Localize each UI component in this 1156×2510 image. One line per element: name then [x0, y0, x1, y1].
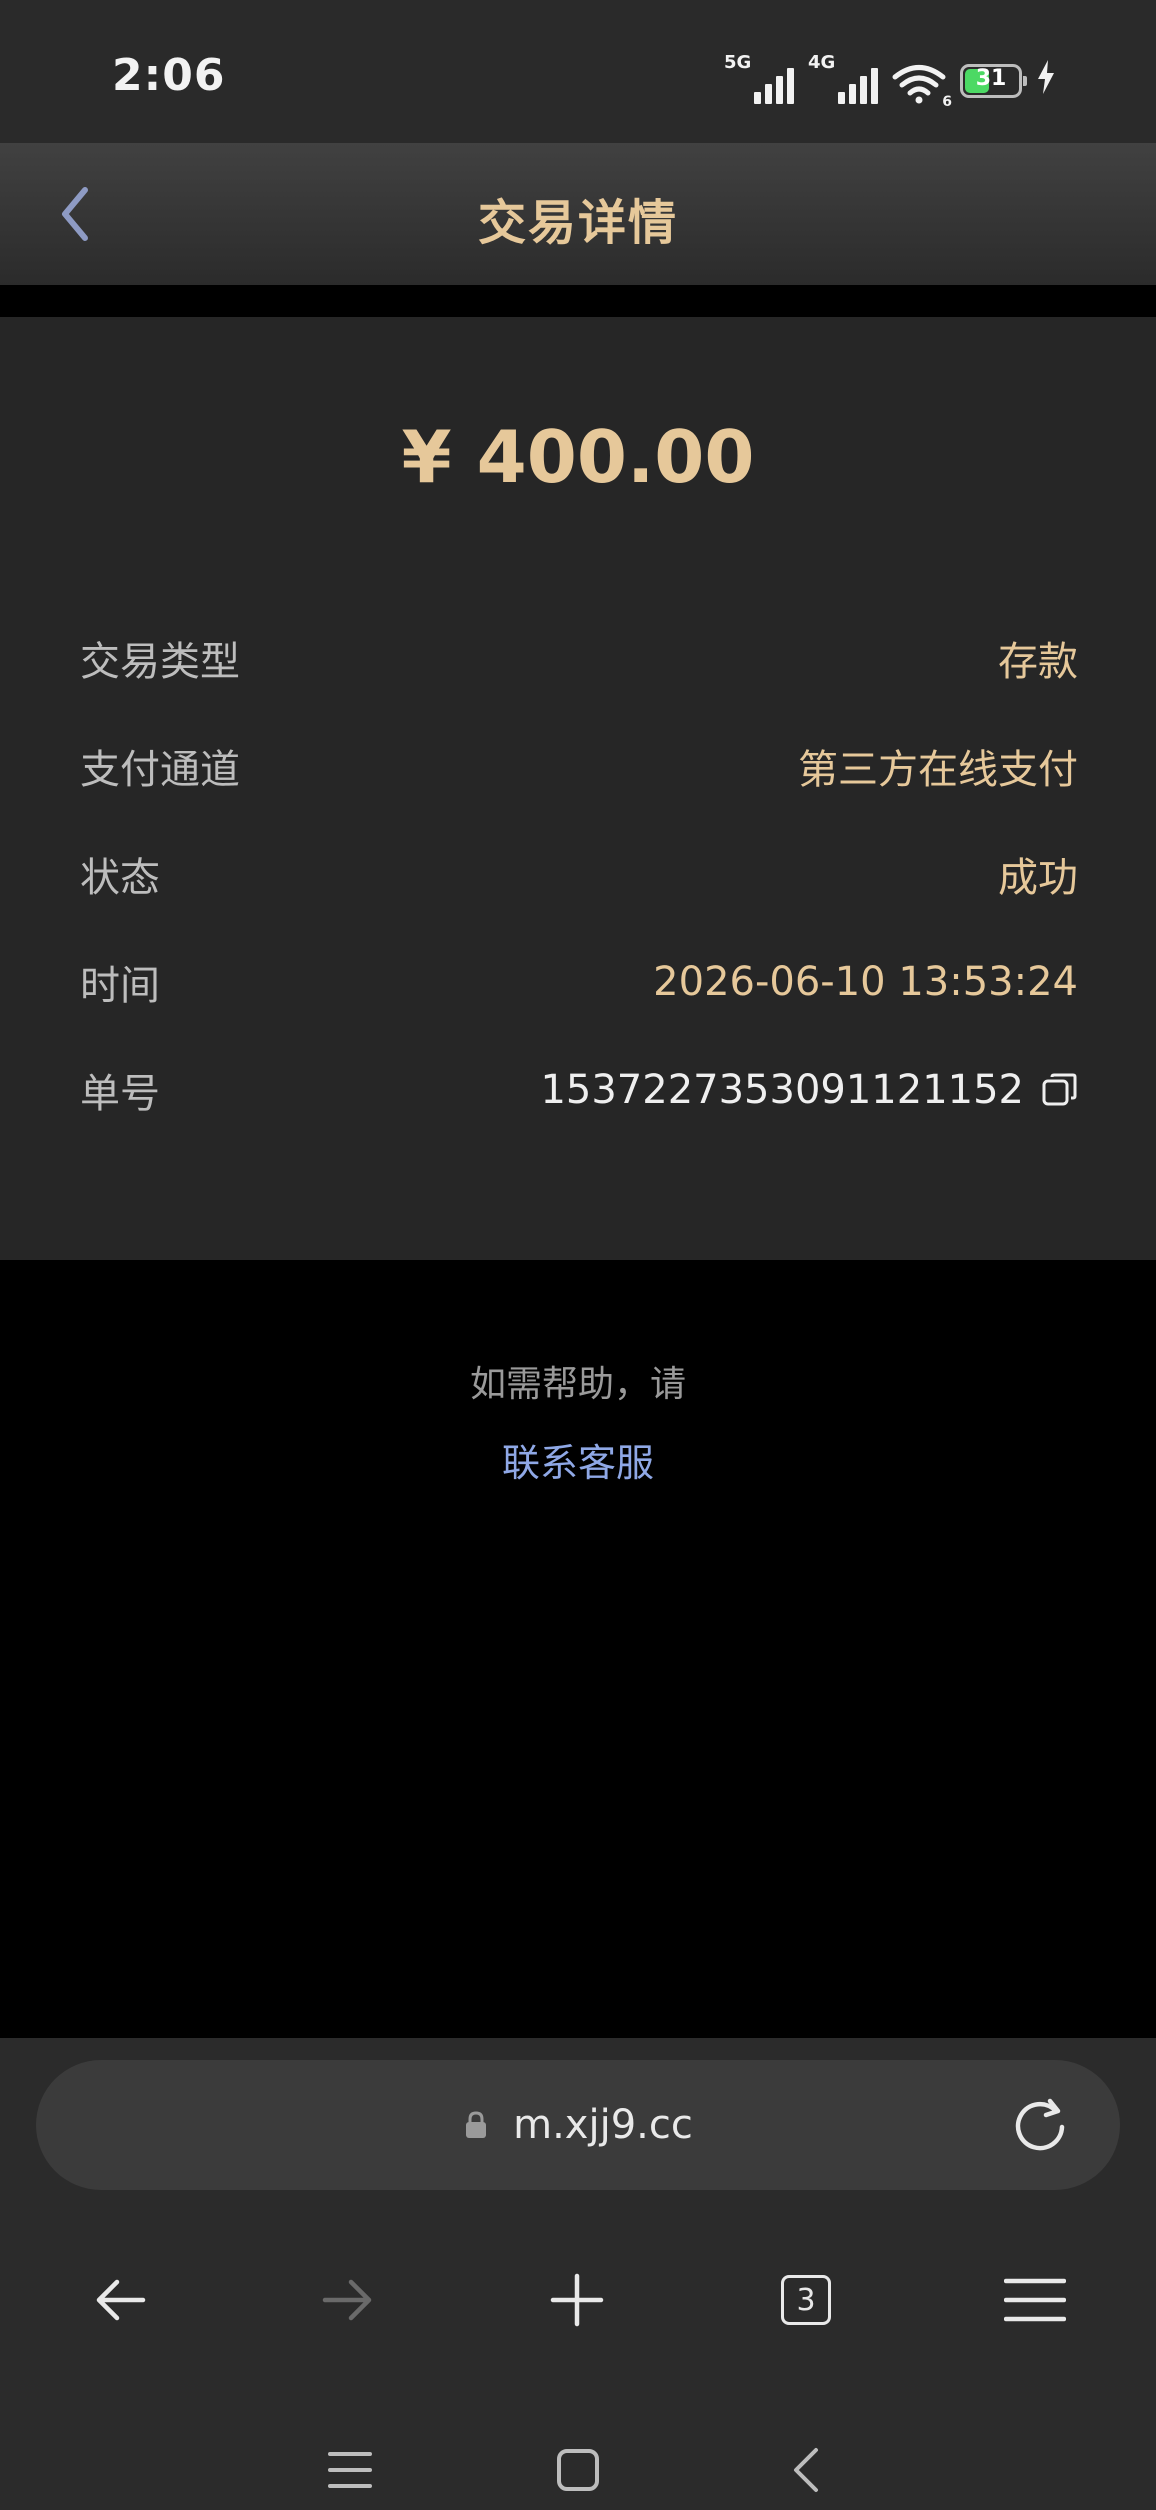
row-label: 支付通道	[80, 747, 240, 793]
charging-bolt-icon	[1036, 60, 1056, 98]
copy-icon	[1042, 1073, 1077, 1106]
browser-menu-button[interactable]	[985, 2250, 1085, 2350]
row-value: 第三方在线支付	[798, 747, 1078, 793]
detail-row-channel: 支付通道 第三方在线支付	[80, 734, 1078, 798]
detail-row-order-number: 单号 1537227353091121152	[80, 1058, 1078, 1122]
system-back-button[interactable]	[766, 2430, 846, 2510]
row-label: 时间	[80, 963, 160, 1009]
signal-4g-icon: 4G	[808, 52, 878, 104]
wifi-icon: 6	[892, 64, 952, 110]
row-value: 存款	[998, 639, 1078, 685]
arrow-left-icon	[96, 2279, 146, 2321]
transaction-amount: ¥ 400.00	[401, 415, 755, 499]
status-value: 成功	[998, 855, 1078, 901]
recent-apps-button[interactable]	[310, 2430, 390, 2510]
address-bar[interactable]: m.xjj9.cc	[36, 2060, 1120, 2190]
url-text: m.xjj9.cc	[513, 2102, 693, 2148]
tabs-button[interactable]: 3	[756, 2250, 856, 2350]
help-text: 如需帮助，请	[469, 1364, 686, 1405]
page-title: 交易详情	[477, 195, 678, 251]
tab-count: 3	[781, 2275, 831, 2325]
battery-icon: 31	[960, 64, 1027, 98]
status-icons: 5G 4G 6 31	[724, 52, 1056, 110]
copy-button[interactable]	[1042, 1072, 1078, 1108]
row-label: 状态	[80, 855, 160, 901]
browser-nav-row: 3	[0, 2250, 1156, 2350]
lock-icon	[466, 2111, 487, 2138]
hamburger-menu-icon	[1004, 2278, 1066, 2322]
signal-5g-icon: 5G	[724, 52, 794, 104]
recents-icon	[328, 2452, 372, 2488]
detail-row-type: 交易类型 存款	[80, 626, 1078, 690]
row-value: 2026-06-10 13:53:24	[653, 959, 1078, 1005]
app-header: 交易详情	[0, 143, 1156, 285]
system-nav-bar	[0, 2430, 1156, 2510]
reload-icon	[1015, 2098, 1065, 2151]
order-number-value: 1537227353091121152	[540, 1067, 1024, 1113]
status-bar: 2:06 5G 4G 6 31	[0, 0, 1156, 143]
home-square-icon	[557, 2449, 599, 2491]
plus-icon	[550, 2273, 604, 2327]
detail-row-status: 状态 成功	[80, 842, 1078, 906]
row-label: 单号	[80, 1071, 160, 1117]
browser-forward-button[interactable]	[298, 2250, 398, 2350]
status-time: 2:06	[112, 50, 226, 101]
browser-back-button[interactable]	[70, 2250, 170, 2350]
reload-button[interactable]	[1010, 2095, 1070, 2155]
contact-support-link[interactable]: 联系客服	[0, 1432, 1156, 1487]
arrow-right-icon	[322, 2279, 372, 2321]
transaction-detail-card: ¥ 400.00 交易类型 存款 支付通道 第三方在线支付 状态 成功 时间 2…	[0, 317, 1156, 1260]
chevron-left-icon	[794, 2448, 818, 2492]
new-tab-button[interactable]	[527, 2250, 627, 2350]
home-button[interactable]	[538, 2430, 618, 2510]
detail-row-time: 时间 2026-06-10 13:53:24	[80, 950, 1078, 1014]
row-label: 交易类型	[80, 639, 240, 685]
browser-bottom-bar: m.xjj9.cc 3	[0, 2038, 1156, 2510]
